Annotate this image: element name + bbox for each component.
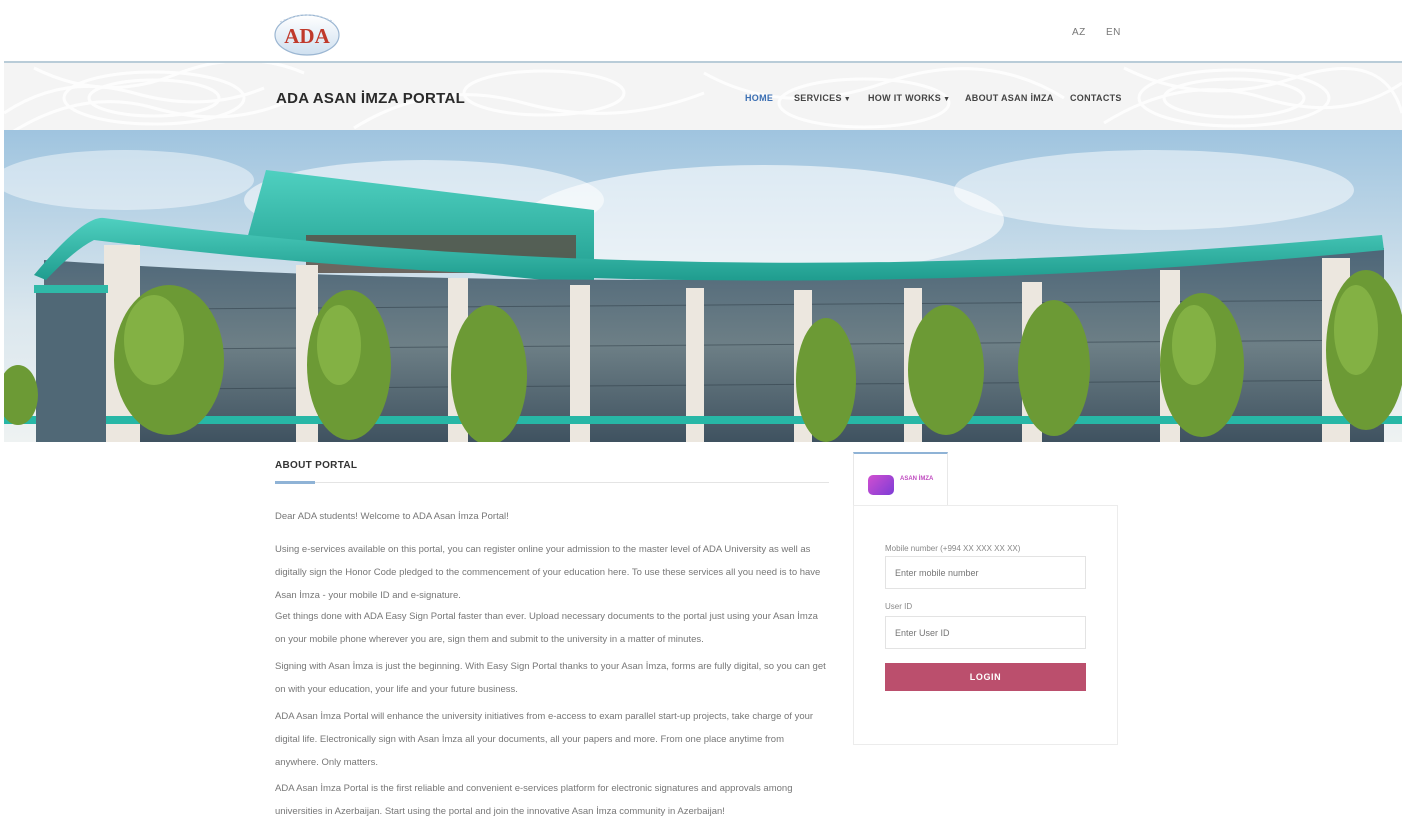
login-button[interactable]: LOGIN — [885, 663, 1086, 691]
about-paragraph-1: Dear ADA students! Welcome to ADA Asan İ… — [275, 511, 509, 522]
university-building-image — [4, 130, 1402, 442]
asan-imza-icon — [868, 475, 894, 495]
ada-logo[interactable]: ADA — [272, 10, 342, 56]
chevron-down-icon: ▼ — [943, 96, 951, 103]
about-portal-heading: ABOUT PORTAL — [275, 460, 358, 471]
about-paragraph-2: Using e-services available on this porta… — [275, 544, 821, 601]
language-az-link[interactable]: AZ — [1072, 27, 1086, 38]
mobile-number-input[interactable] — [885, 556, 1086, 589]
user-id-input[interactable] — [885, 616, 1086, 649]
tab-asan-imza[interactable]: ASAN İMZA — [853, 452, 948, 506]
nav-services[interactable]: SERVICES ▼ — [794, 93, 851, 103]
heading-accent-bar — [275, 481, 315, 484]
mobile-number-label: Mobile number (+994 XX XXX XX XX) — [885, 544, 1021, 553]
about-paragraph-6: ADA Asan İmza Portal is the first reliab… — [275, 783, 793, 817]
chevron-down-icon: ▼ — [843, 96, 851, 103]
top-bar: ADA AZ EN — [0, 0, 1406, 62]
site-title[interactable]: ADA ASAN İMZA PORTAL — [276, 90, 465, 107]
user-id-label: User ID — [885, 602, 913, 611]
decorative-pattern — [4, 63, 1402, 130]
nav-how-it-works[interactable]: HOW IT WORKS ▼ — [868, 93, 950, 103]
navigation-band: ADA ASAN İMZA PORTAL HOME SERVICES ▼ HOW … — [4, 61, 1402, 130]
about-paragraph-5: ADA Asan İmza Portal will enhance the un… — [275, 711, 814, 768]
tab-asan-imza-label: ASAN İMZA — [900, 476, 934, 482]
about-paragraph-4: Signing with Asan İmza is just the begin… — [275, 661, 826, 695]
nav-home[interactable]: HOME — [745, 93, 773, 103]
hero-banner — [4, 130, 1402, 442]
about-paragraph-3: Get things done with ADA Easy Sign Porta… — [275, 611, 818, 645]
logo-text: ADA — [284, 24, 330, 48]
heading-divider — [275, 482, 829, 483]
nav-about-asan-imza[interactable]: ABOUT ASAN İMZA — [965, 93, 1054, 103]
nav-contacts[interactable]: CONTACTS — [1070, 93, 1122, 103]
language-en-link[interactable]: EN — [1106, 27, 1121, 38]
